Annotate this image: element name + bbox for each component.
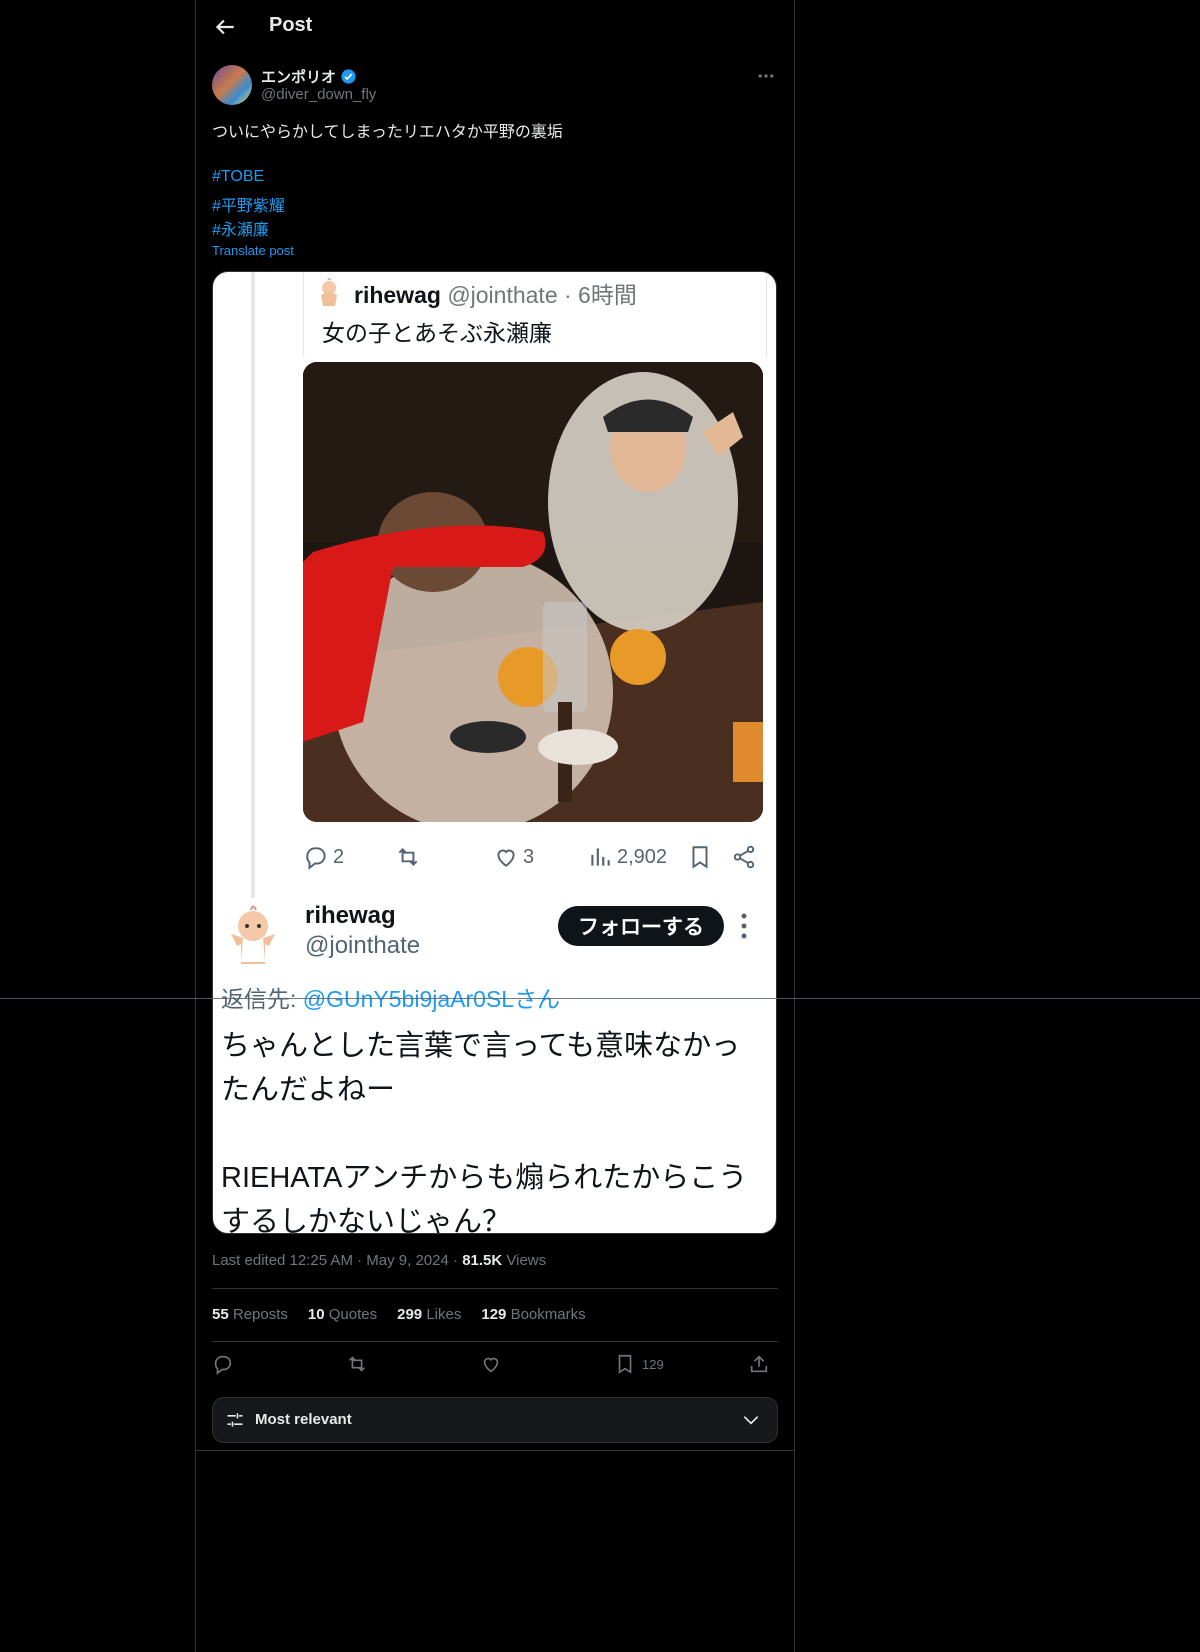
quoted-repost bbox=[395, 844, 421, 870]
quoted-like-value: 3 bbox=[523, 845, 535, 868]
bookmark-count: 129 bbox=[642, 1356, 664, 1372]
views-count: 81.5K bbox=[462, 1252, 503, 1269]
embedded-photo bbox=[303, 362, 763, 822]
quoted-tweet-actions: 2 3 2,902 bbox=[303, 842, 765, 876]
quotes-stat[interactable]: 10 Quotes bbox=[308, 1306, 377, 1323]
heart-icon bbox=[483, 1357, 499, 1373]
reply-author-name: rihewag bbox=[305, 902, 396, 929]
post-media-image[interactable]: rihewag @jointhate · 6時間 女の子とあそぶ永瀬廉 2 3 … bbox=[212, 271, 777, 1234]
views-chart-icon bbox=[591, 848, 610, 866]
bookmarks-stat[interactable]: 129 Bookmarks bbox=[481, 1306, 585, 1323]
edited-time[interactable]: Last edited 12:25 AM bbox=[212, 1252, 353, 1269]
repost-icon bbox=[349, 1356, 365, 1372]
reply-icon bbox=[306, 847, 326, 870]
bookmark-icon bbox=[618, 1354, 632, 1374]
photo-scene bbox=[303, 362, 763, 822]
reply-icon bbox=[214, 1355, 232, 1375]
bookmark-button[interactable]: 129 bbox=[614, 1353, 664, 1375]
reposts-stat[interactable]: 55 Reposts bbox=[212, 1306, 288, 1323]
repost-button[interactable] bbox=[346, 1353, 368, 1375]
reply-to-handle: @GUnY5bi9jaAr0SLさん bbox=[302, 986, 561, 1012]
translate-post-link[interactable]: Translate post bbox=[212, 243, 294, 258]
kebab-menu-icon bbox=[741, 913, 747, 939]
heart-icon bbox=[497, 849, 515, 867]
sort-replies-dropdown[interactable]: Most relevant bbox=[212, 1397, 778, 1443]
author-handle[interactable]: @diver_down_fly bbox=[261, 86, 376, 103]
likes-stat[interactable]: 299 Likes bbox=[397, 1306, 461, 1323]
quoted-share bbox=[731, 844, 757, 870]
author-avatar[interactable] bbox=[212, 65, 252, 105]
quoted-view-value: 2,902 bbox=[617, 845, 668, 868]
reply-tweet-text: ちゃんとした言葉で言っても意味なかったんだよねー RIEHATAアンチからも煽ら… bbox=[221, 1024, 761, 1234]
quoted-tweet-header: rihewag @jointhate · 6時間 女の子とあそぶ永瀬廉 bbox=[303, 272, 767, 357]
reply-button[interactable] bbox=[212, 1353, 234, 1375]
more-options-icon[interactable] bbox=[756, 66, 776, 86]
sliders-icon bbox=[227, 1413, 243, 1427]
author-name[interactable]: エンポリオ bbox=[261, 66, 336, 87]
main-column: Post エンポリオ @diver_down_fly ついにやらかしてしまったリ… bbox=[195, 0, 795, 1652]
post-date[interactable]: May 9, 2024 bbox=[366, 1252, 449, 1269]
reply-author-handle: @jointhate bbox=[305, 932, 421, 959]
repost-icon bbox=[398, 848, 418, 866]
follow-button-image: フォローする bbox=[558, 906, 724, 946]
back-arrow-icon[interactable] bbox=[212, 14, 238, 40]
divider bbox=[212, 1288, 778, 1289]
quoted-tweet-meta: rihewag @jointhate · 6時間 bbox=[354, 276, 637, 310]
divider bbox=[212, 1341, 778, 1342]
hashtag-link[interactable]: #平野紫耀 bbox=[212, 192, 285, 216]
quoted-tweet-text: 女の子とあそぶ永瀬廉 bbox=[322, 320, 552, 346]
hashtag-link[interactable]: #永瀬廉 bbox=[212, 216, 269, 240]
kewpie-doll-icon bbox=[321, 278, 337, 306]
quoted-bookmark bbox=[687, 844, 713, 870]
verified-badge-icon bbox=[341, 69, 356, 84]
reply-text-paragraph: ちゃんとした言葉で言っても意味なかったんだよねー bbox=[221, 1030, 741, 1106]
bookmark-icon bbox=[692, 846, 708, 869]
post-meta: Last edited 12:25 AM · May 9, 2024 · 81.… bbox=[212, 1252, 547, 1269]
hashtag-link[interactable]: #TOBE bbox=[212, 168, 264, 186]
chevron-down-icon bbox=[743, 1416, 759, 1425]
sort-label: Most relevant bbox=[255, 1411, 352, 1428]
quoted-reply-count: 2 bbox=[303, 844, 344, 870]
quoted-view-count: 2,902 bbox=[587, 844, 667, 870]
thread-line bbox=[251, 272, 255, 898]
top-bar: Post bbox=[196, 0, 794, 53]
author-name-row[interactable]: エンポリオ bbox=[261, 66, 357, 87]
post-text: ついにやらかしてしまったリエハタか平野の裏垢 bbox=[212, 124, 563, 141]
quoted-reply-value: 2 bbox=[333, 845, 345, 868]
quoted-username: rihewag bbox=[354, 282, 441, 308]
divider bbox=[196, 1450, 794, 1451]
reply-text-paragraph: RIEHATAアンチからも煽られたからこうするしかないじゃん？ bbox=[221, 1162, 748, 1234]
views-label: Views bbox=[506, 1252, 547, 1269]
like-button[interactable] bbox=[480, 1353, 502, 1375]
reply-author-avatar bbox=[231, 905, 275, 964]
share-nodes-icon bbox=[733, 845, 755, 869]
overlay-guide-line bbox=[0, 998, 1200, 999]
reply-to-prefix: 返信先: bbox=[221, 986, 303, 1012]
engagement-stats: 55 Reposts 10 Quotes 299 Likes 129 Bookm… bbox=[212, 1306, 586, 1323]
share-button[interactable] bbox=[748, 1353, 770, 1375]
post-actions: 129 bbox=[212, 1353, 778, 1377]
reply-to-line: 返信先: @GUnY5bi9jaAr0SLさん bbox=[221, 980, 560, 1014]
quoted-like-count: 3 bbox=[493, 844, 534, 870]
quoted-handle-time: @jointhate · 6時間 bbox=[447, 282, 637, 308]
page-title: Post bbox=[269, 14, 313, 36]
share-upload-icon bbox=[750, 1355, 768, 1373]
